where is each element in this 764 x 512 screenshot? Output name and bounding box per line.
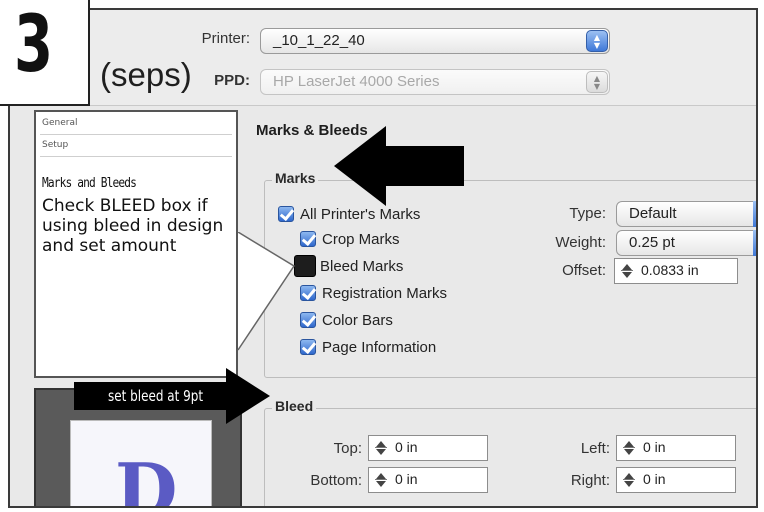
step-badge: 3 [0,0,90,106]
stepper-arrows-icon[interactable] [374,440,388,456]
arrow-left-icon [334,126,464,206]
checkbox-checked-icon[interactable] [300,285,316,301]
print-dialog-screenshot: (seps) Printer: _10_1_22_40 ▲ ▼ PPD: HP L… [8,8,758,508]
type-popup[interactable]: Default [616,201,756,227]
preview-page: D [70,420,212,508]
checkbox-page-information[interactable]: Page Information [300,336,436,358]
checkbox-crop-marks[interactable]: Crop Marks [300,228,400,250]
bleed-bottom-field[interactable]: 0 in [368,467,488,493]
checkbox-label: Bleed Marks [320,257,404,275]
bleed-right-field[interactable]: 0 in [616,467,736,493]
bleed-right-label: Right: [570,472,610,489]
checkbox-checked-icon[interactable] [278,206,294,222]
callout-pointer-icon [237,232,296,351]
weight-value: 0.25 pt [629,234,675,251]
printer-popup-arrows-icon[interactable]: ▲ ▼ [586,30,608,52]
checkbox-checked-icon[interactable] [300,312,316,328]
checkbox-unchecked-icon[interactable] [294,255,316,277]
offset-label: Offset: [562,262,606,279]
weight-popup[interactable]: 0.25 pt [616,230,756,256]
sidebar-item-setup[interactable]: Setup [42,140,68,150]
type-label: Type: [569,205,606,222]
stepper-arrows-icon[interactable] [622,440,636,456]
ppd-label: PPD: [214,72,250,89]
stepper-arrows-icon[interactable] [620,263,634,279]
checkbox-registration-marks[interactable]: Registration Marks [300,282,447,304]
checkbox-color-bars[interactable]: Color Bars [300,309,393,331]
stepper-arrows-icon[interactable] [374,472,388,488]
printer-label: Printer: [201,30,250,47]
bleed-left-field[interactable]: 0 in [616,435,736,461]
checkbox-label: Color Bars [322,311,393,329]
printer-popup[interactable]: _10_1_22_40 [260,28,610,54]
bleed-tag: set bleed at 9pt [74,382,204,410]
checkbox-label: Crop Marks [322,230,400,248]
checkbox-checked-icon[interactable] [300,339,316,355]
ppd-popup-arrows-icon[interactable]: ▲ ▼ [586,71,608,93]
marks-group-title: Marks [272,170,319,186]
bleed-top-field[interactable]: 0 in [368,435,488,461]
checkbox-label: Page Information [322,338,437,356]
offset-value: 0.0833 in [641,262,699,278]
bleed-tag-text: set bleed at 9pt [108,387,204,405]
type-value: Default [629,205,677,222]
checkbox-label: All Printer's Marks [300,205,421,223]
stepper-arrows-icon[interactable] [622,472,636,488]
bleed-left-label: Left: [580,440,610,457]
ppd-popup[interactable]: HP LaserJet 4000 Series [260,69,610,95]
printer-header: (seps) Printer: _10_1_22_40 ▲ ▼ PPD: HP L… [10,10,756,106]
bleed-group-title: Bleed [272,398,317,414]
ppd-value: HP LaserJet 4000 Series [273,73,440,90]
dialog-title-fragment: (seps) [100,56,192,93]
bleed-bottom-label: Bottom: [310,472,362,489]
checkbox-all-printers-marks[interactable]: All Printer's Marks [278,203,420,225]
checkbox-label: Registration Marks [322,284,448,302]
step-number: 3 [14,0,53,90]
bleed-left-value: 0 in [643,439,666,455]
sidebar-divider [40,156,232,157]
bleed-top-label: Top: [333,440,362,457]
bleed-top-value: 0 in [395,439,418,455]
weight-label: Weight: [555,234,606,251]
bleed-right-value: 0 in [643,471,666,487]
checkbox-bleed-marks[interactable]: Bleed Marks [294,255,404,277]
callout-heading: Marks and Bleeds [42,176,137,191]
offset-field[interactable]: 0.0833 in [614,258,738,284]
bleed-bottom-value: 0 in [395,471,418,487]
sidebar-divider [40,134,232,135]
sidebar-item-general[interactable]: General [42,118,77,128]
checkbox-checked-icon[interactable] [300,231,316,247]
preview-letter: D [115,447,178,508]
printer-value: _10_1_22_40 [273,32,365,49]
